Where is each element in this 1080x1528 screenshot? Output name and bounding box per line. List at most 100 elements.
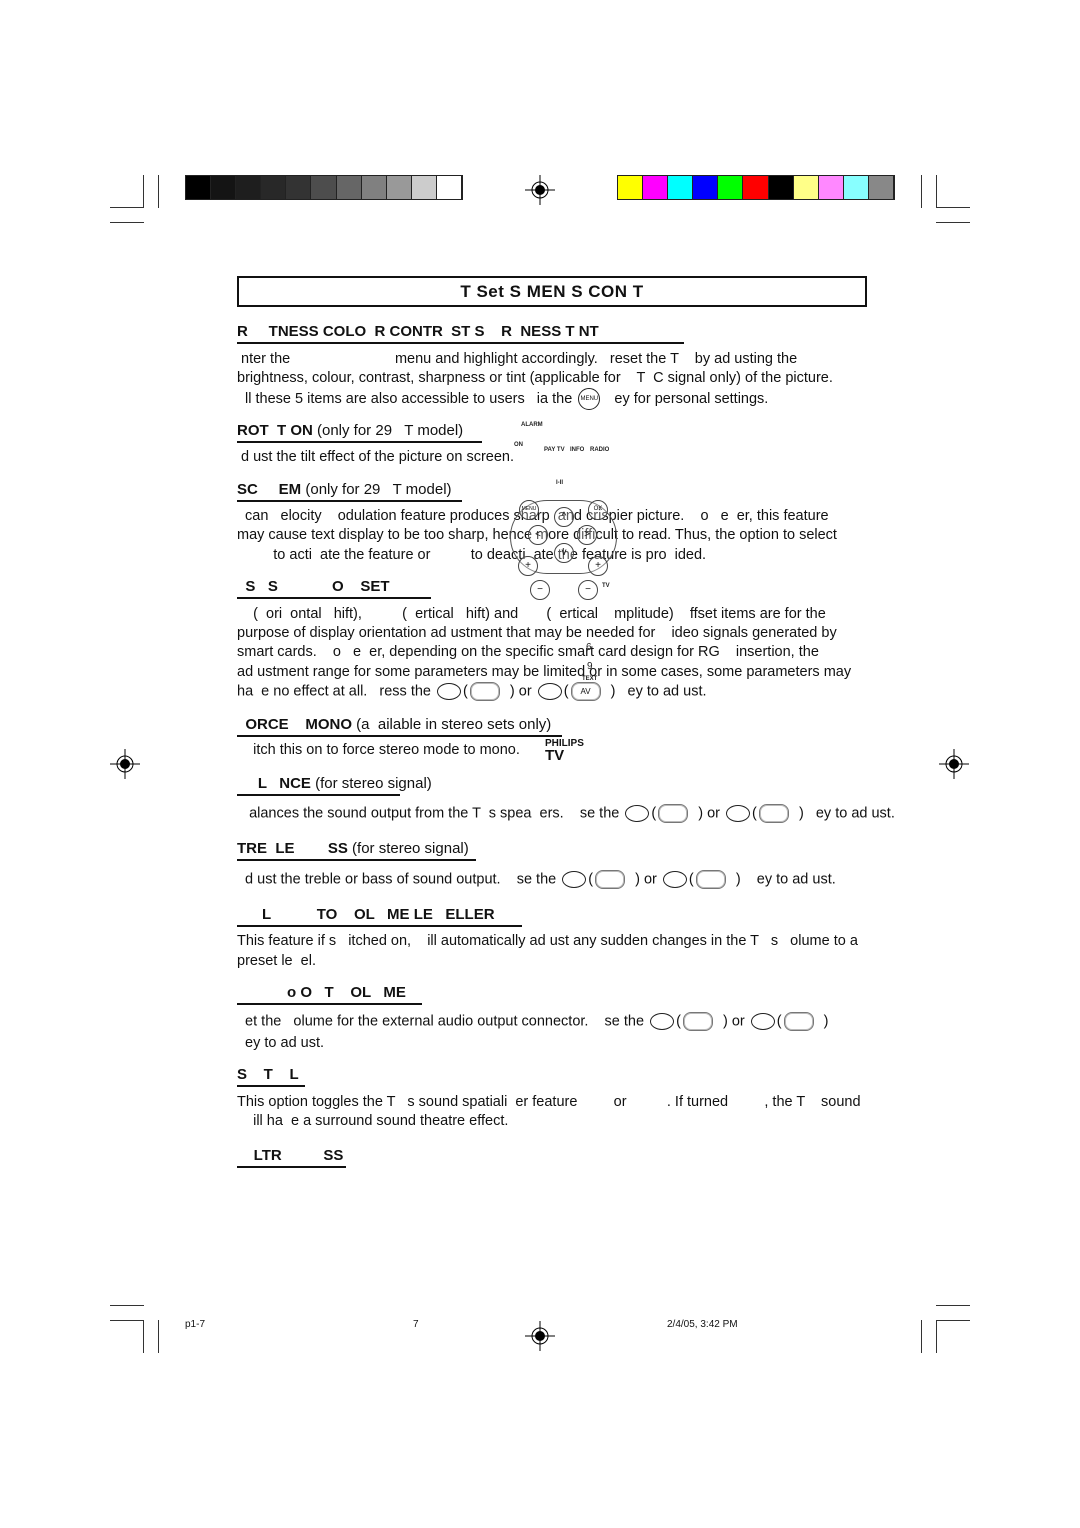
calibration-swatch [743,176,769,199]
calibration-swatch [718,176,744,199]
body-text: ) ey to ad ust. [602,683,707,700]
footer-timestamp: 2/4/05, 3:42 PM [667,1319,738,1330]
body-text: This option toggles the T s sound spatia… [237,1094,861,1110]
body-text: ( [676,1013,681,1030]
body-text: ad ustment range for some parameters may… [237,664,852,680]
registration-mark-icon [939,749,969,779]
calibration-swatch [211,176,237,199]
remote-menu-button: MENU [519,500,539,520]
body-text: brightness, colour, contrast, sharpness … [237,370,833,386]
page-title: T Set S MEN S CON T [237,276,867,307]
crop-mark [110,1320,144,1321]
crop-mark [143,1320,144,1353]
crop-mark [158,175,159,208]
cursor-key-icon [726,805,751,822]
body-text: itch this on to force stereo mode to mon… [237,742,520,758]
remote-right-icon: > [577,525,597,545]
section-heading: S S O SET [237,578,431,599]
section-heading: SC EM (only for 29 T model) [237,481,462,502]
crop-mark [110,222,144,223]
section-heading-text: SC EM [237,481,302,498]
crop-mark [936,1320,970,1321]
calibration-swatch [186,176,212,199]
body-text: ( [752,805,757,822]
body-text-line: to acti ate the feature or to deacti ate… [237,546,706,564]
section-heading: LTR SS [237,1147,346,1168]
crop-mark [936,222,970,223]
section-heading-text: ORCE MONO [237,716,353,733]
body-text-line: ha e no effect at all. ress the ( ) or (… [237,682,707,701]
body-text: ) or [627,871,661,888]
calibration-swatch [618,176,644,199]
crop-mark [936,207,970,208]
body-text: nter the menu and highlight accordingly.… [237,351,798,367]
remote-button-icon [695,870,726,889]
body-text-line: ll these 5 items are also accessible to … [237,388,768,410]
body-text: d ust the tilt effect of the picture on … [237,449,515,465]
remote-label-alarm: ALARM [521,422,543,428]
body-text-line: brightness, colour, contrast, sharpness … [237,369,833,387]
section-heading-note: (only for 29 T model) [301,481,452,498]
section-heading: TRE LE SS (for stereo signal) [237,840,476,861]
remote-label-tv: TV [602,583,610,589]
cursor-key-icon [750,1013,775,1030]
body-text: This feature if s itched on, ill automat… [237,933,858,949]
remote-button-icon: AV [570,682,601,701]
section-heading-text: ROT T ON [237,422,313,439]
body-text: ( [563,683,569,700]
remote-button-icon [469,682,500,701]
menu-key-icon: MENU [578,388,601,410]
body-text-line: purpose of display orientation ad ustmen… [237,624,837,642]
body-text-line: alances the sound output from the T s sp… [237,804,895,823]
color-calibration-bar [617,175,895,200]
body-text-line: ( ori ontal hift), ( ertical hift) and (… [237,605,826,623]
calibration-swatch [793,176,819,199]
body-text: ( [651,805,657,822]
body-text-line: d ust the tilt effect of the picture on … [237,448,514,466]
section-heading: ORCE MONO (a ailable in stereo sets only… [237,716,562,737]
remote-up-icon: ^ [554,507,574,527]
body-text-line: d ust the treble or bass of sound output… [237,870,836,889]
remote-label-info: INFO [570,447,585,453]
crop-mark [110,207,144,208]
body-text-line: smart cards. o e er, depending on the sp… [237,643,819,661]
body-text-line: ad ustment range for some parameters may… [237,663,851,681]
section-heading-text: L TO OL ME LE ELLER [237,906,495,923]
calibration-swatch [818,176,844,199]
section-heading: o O T OL ME [237,984,422,1005]
calibration-swatch [336,176,362,199]
calibration-swatch [361,176,387,199]
section-heading-text: L NCE [237,775,311,792]
remote-button-icon [595,870,626,889]
remote-button-icon [783,1012,814,1031]
calibration-swatch [386,176,412,199]
remote-label-nine: 9 [587,661,593,672]
calibration-swatch [261,176,287,199]
calibration-swatch [843,176,869,199]
body-text: ey for personal settings. [602,390,769,407]
section-heading-note: (for stereo signal) [310,775,432,792]
calibration-swatch [643,176,669,199]
body-text: ) or [714,1013,749,1030]
cursor-key-icon [437,683,462,700]
body-text: purpose of display orientation ad ustmen… [237,625,837,641]
section-heading: S T L [237,1066,305,1087]
body-text-line: ey to ad ust. [237,1034,324,1052]
remote-ok-button: OK [588,500,608,520]
body-text: ( [688,871,694,888]
section-heading: ROT T ON (only for 29 T model) [237,422,482,443]
remote-label-dual: I-II [556,480,563,486]
body-text: to acti ate the feature or to deacti ate… [237,547,707,563]
section-heading-note: (for stereo signal) [347,840,469,857]
footer-page-number: 7 [413,1319,419,1330]
remote-label-text: TEXT [582,676,598,682]
body-text: ( [463,683,468,700]
calibration-swatch [411,176,437,199]
remote-down-icon: v [554,543,574,563]
crop-mark [921,175,922,208]
remote-plus-icon: + [518,556,538,576]
section-heading-text: R TNESS COLO R CONTR ST S R NESS T NT [237,323,599,340]
calibration-swatch [768,176,794,199]
grayscale-calibration-bar [185,175,463,200]
calibration-swatch [868,176,895,199]
